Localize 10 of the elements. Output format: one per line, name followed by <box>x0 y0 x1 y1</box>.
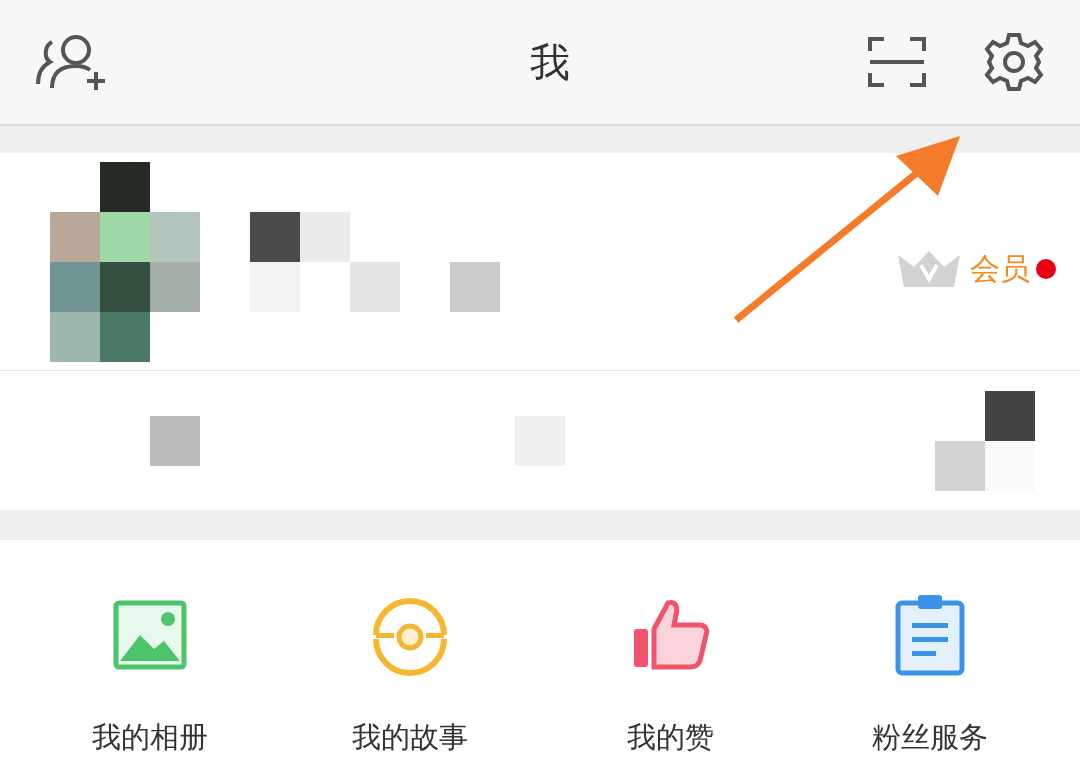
page-title: 我 <box>530 38 570 87</box>
pixelated-count <box>150 415 200 466</box>
clipboard-icon <box>894 593 966 677</box>
settings-icon[interactable] <box>984 32 1044 92</box>
shortcut-button[interactable]: 我的故事 <box>280 592 540 758</box>
shortcut-button[interactable]: 我的相册 <box>20 592 280 758</box>
scan-icon[interactable] <box>868 37 926 87</box>
shortcut-button[interactable]: 我的赞 <box>540 592 800 758</box>
shortcut-button[interactable]: 粉丝服务 <box>800 592 1060 758</box>
picture-frame-icon <box>112 599 188 671</box>
